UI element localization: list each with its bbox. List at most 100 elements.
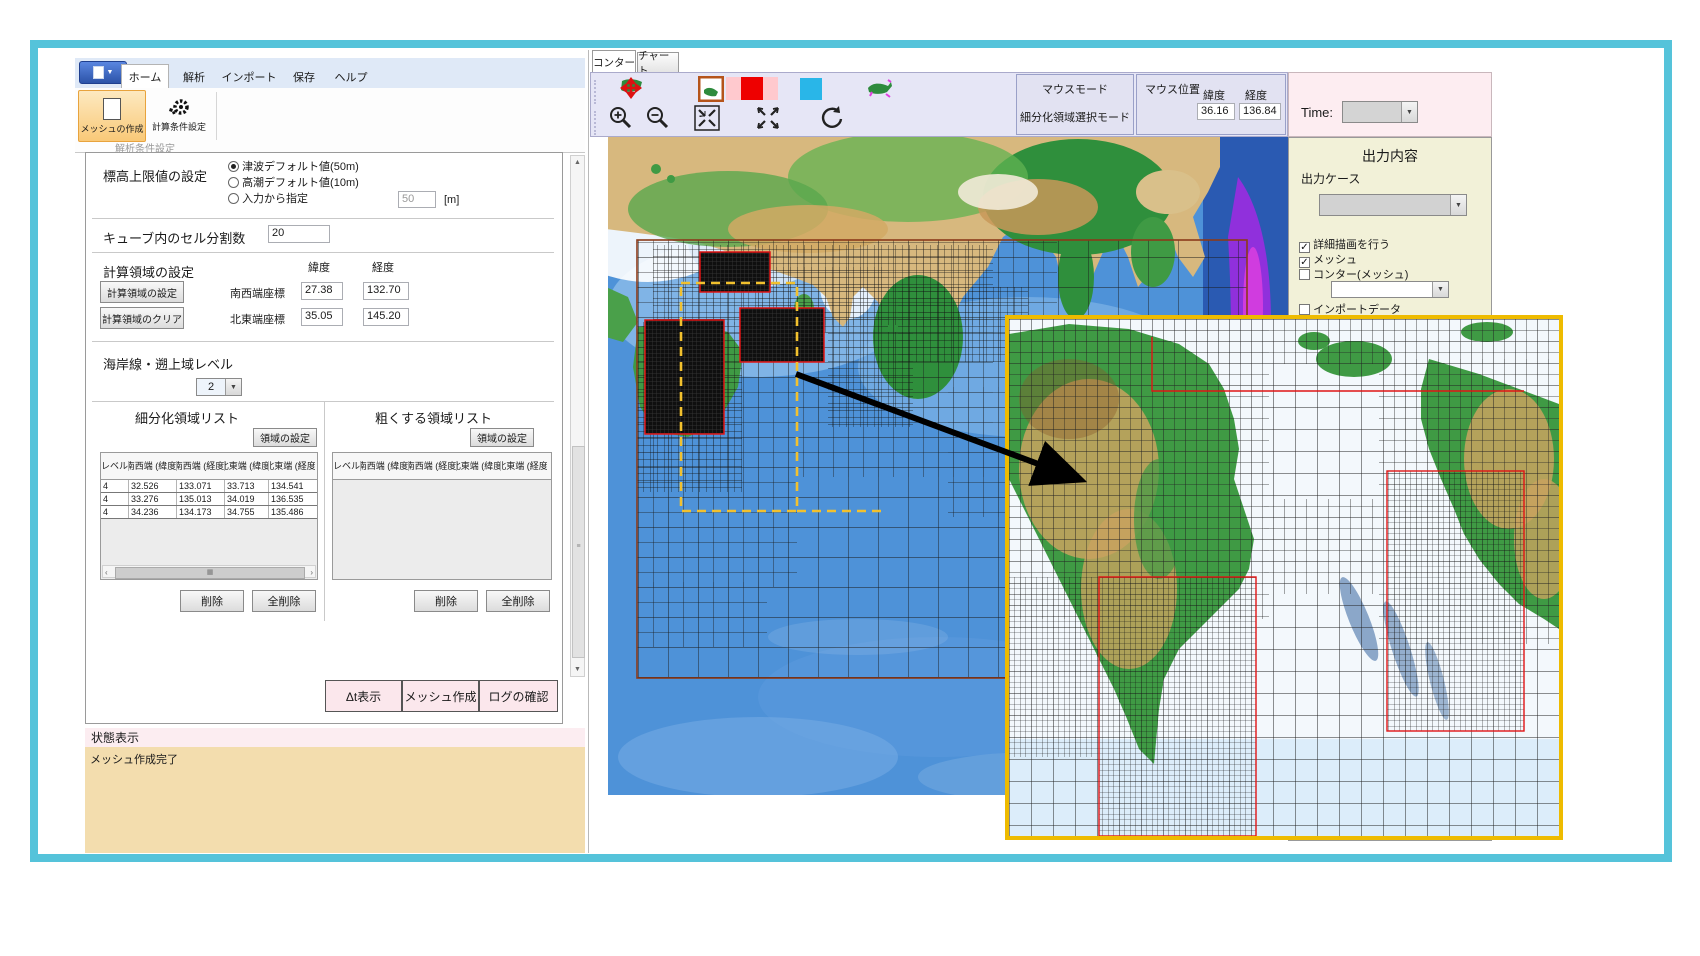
col-header[interactable]: 南西端 (緯度) <box>361 461 409 471</box>
ribbon-tab-home[interactable]: ホーム <box>121 64 169 89</box>
col-header[interactable]: 南西端 (経度) <box>177 461 225 471</box>
scroll-thumb[interactable]: ▦ <box>115 567 305 579</box>
ne-lat-input[interactable]: 35.05 <box>301 308 343 326</box>
col-header[interactable]: 北東端 (緯度) <box>457 461 501 471</box>
ribbon-tab-help[interactable]: ヘルプ <box>329 66 373 88</box>
zoom-out-icon[interactable] <box>645 105 671 131</box>
radio-icon[interactable] <box>228 193 239 204</box>
refine-region-1[interactable] <box>700 252 770 292</box>
zoom-in-icon[interactable] <box>608 105 634 131</box>
output-case-dropdown[interactable]: ▼ <box>1319 194 1467 216</box>
scroll-down-icon[interactable]: ▼ <box>571 666 584 673</box>
frame-map-icon[interactable] <box>698 76 724 102</box>
table-row[interactable]: 4 34.236 134.173 34.755 135.486 <box>101 506 317 519</box>
output-panel-title: 出力内容 <box>1289 146 1491 166</box>
col-header[interactable]: 北東端 (緯度) <box>225 461 269 471</box>
radio-icon[interactable] <box>228 161 239 172</box>
tab-chart[interactable]: チャート <box>637 52 679 73</box>
pane-divider <box>588 50 589 853</box>
rotate-reset-icon[interactable] <box>818 104 846 132</box>
col-header[interactable]: 北東端 (経度) <box>501 461 547 471</box>
sw-lat-input[interactable]: 27.38 <box>301 282 343 300</box>
table-hscrollbar[interactable]: ‹ › ▦ <box>102 565 316 578</box>
toolbar-grip <box>594 80 599 104</box>
tab-label: コンター <box>593 55 635 70</box>
radio-from-input[interactable]: 入力から指定 <box>228 190 308 206</box>
radio-icon[interactable] <box>228 177 239 188</box>
panel-vscrollbar[interactable]: ▲ ▼ ≡ <box>570 155 585 677</box>
tab-contour[interactable]: コンター <box>592 50 636 73</box>
refine-table[interactable]: レベル 南西端 (緯度) 南西端 (経度) 北東端 (緯度) 北東端 (経度) … <box>100 452 318 580</box>
refine-region-set-button[interactable]: 領域の設定 <box>253 428 317 447</box>
elevation-unit: [m] <box>444 194 459 206</box>
divider <box>92 252 554 253</box>
col-header[interactable]: レベル <box>333 461 361 471</box>
status-message-area: メッシュ作成完了 <box>85 747 585 853</box>
coarse-delete-all-button[interactable]: 全削除 <box>486 590 550 612</box>
mini-map-icon[interactable] <box>864 76 894 102</box>
checkbox-contour-mesh[interactable]: コンター(メッシュ) <box>1299 266 1408 282</box>
checkbox-icon[interactable] <box>1299 269 1310 280</box>
scroll-up-icon[interactable]: ▲ <box>571 159 584 166</box>
refine-region-3[interactable] <box>645 320 724 434</box>
divider <box>324 401 325 621</box>
screenshot-canvas: ▼ ホーム 解析 インポート 保存 ヘルプ メッシュの作成 計算条件設定 解析条… <box>0 0 1700 956</box>
coarse-region-set-button[interactable]: 領域の設定 <box>470 428 534 447</box>
chevron-down-icon: ▼ <box>1432 282 1448 297</box>
mouse-position-box: マウス位置 緯度 経度 36.16 136.84 <box>1136 74 1286 135</box>
mouse-mode-value: 細分化領域選択モード <box>1017 109 1133 125</box>
sw-lon-input[interactable]: 132.70 <box>363 282 409 300</box>
ribbon-tab-analysis[interactable]: 解析 <box>173 66 215 88</box>
scroll-right-icon[interactable]: › <box>310 568 313 577</box>
scroll-thumb[interactable]: ≡ <box>572 446 585 658</box>
cube-cells-label: キューブ内のセル分割数 <box>103 228 245 247</box>
refine-red-swatch[interactable] <box>726 77 778 100</box>
checkbox-icon[interactable] <box>1299 304 1310 315</box>
lon-label: 経度 <box>1245 87 1267 103</box>
coarse-cyan-swatch[interactable] <box>800 78 822 100</box>
coast-level-dropdown[interactable]: 2 ▼ <box>196 378 242 396</box>
table-row[interactable]: 4 32.526 133.071 33.713 134.541 <box>101 480 317 493</box>
mouse-mode-label: マウスモード <box>1017 81 1133 97</box>
time-strip: Time: ▼ <box>1288 72 1492 137</box>
col-header[interactable]: 北東端 (経度) <box>269 461 315 471</box>
status-header-bar: 状態表示 <box>85 728 585 747</box>
dropdown-value <box>1332 282 1432 297</box>
coarse-delete-button[interactable]: 削除 <box>414 590 478 612</box>
ribbon-tab-import[interactable]: インポート <box>219 66 279 88</box>
refine-region-2[interactable] <box>740 308 824 362</box>
time-dropdown[interactable]: ▼ <box>1342 101 1418 123</box>
dt-display-button[interactable]: Δt表示 <box>325 680 402 712</box>
log-check-button[interactable]: ログの確認 <box>479 680 558 712</box>
sw-corner-label: 南西端座標 <box>230 285 285 301</box>
refine-delete-button[interactable]: 削除 <box>180 590 244 612</box>
domain-set-button[interactable]: 計算領域の設定 <box>100 281 184 303</box>
col-header[interactable]: レベル <box>101 461 129 471</box>
ribbon-tab-save[interactable]: 保存 <box>283 66 325 88</box>
pan-map-icon[interactable] <box>616 77 646 101</box>
radio-stormsurge-default[interactable]: 高潮デフォルト値(10m) <box>228 174 359 190</box>
coarse-table[interactable]: レベル 南西端 (緯度) 南西端 (経度) 北東端 (緯度) 北東端 (経度) <box>332 452 552 580</box>
app-menu-button[interactable]: ▼ <box>79 61 127 84</box>
col-header[interactable]: 南西端 (緯度) <box>129 461 177 471</box>
create-mesh-button[interactable]: メッシュの作成 <box>78 90 146 142</box>
mesh-create-button[interactable]: メッシュ作成 <box>402 680 479 712</box>
contour-mesh-dropdown[interactable]: ▼ <box>1331 281 1449 298</box>
zoom-extent-icon[interactable] <box>755 105 781 131</box>
refine-delete-all-button[interactable]: 全削除 <box>252 590 316 612</box>
col-header[interactable]: 南西端 (経度) <box>409 461 457 471</box>
inset-grid <box>1009 319 1559 836</box>
radio-tsunami-default[interactable]: 津波デフォルト値(50m) <box>228 158 359 174</box>
cube-cells-input[interactable]: 20 <box>268 225 330 243</box>
chevron-down-icon: ▼ <box>107 69 114 76</box>
scroll-left-icon[interactable]: ‹ <box>105 568 108 577</box>
elevation-input[interactable]: 50 <box>398 191 436 208</box>
lat-label: 緯度 <box>1203 87 1225 103</box>
domain-clear-button[interactable]: 計算領域のクリア <box>100 307 184 329</box>
fit-view-icon[interactable] <box>694 105 720 131</box>
calc-settings-button[interactable]: 計算条件設定 <box>148 90 210 140</box>
table-row[interactable]: 4 33.276 135.013 34.019 136.535 <box>101 493 317 506</box>
ne-lon-input[interactable]: 145.20 <box>363 308 409 326</box>
button-label: 計算条件設定 <box>152 120 206 133</box>
mesh-inset-view <box>1005 315 1563 840</box>
